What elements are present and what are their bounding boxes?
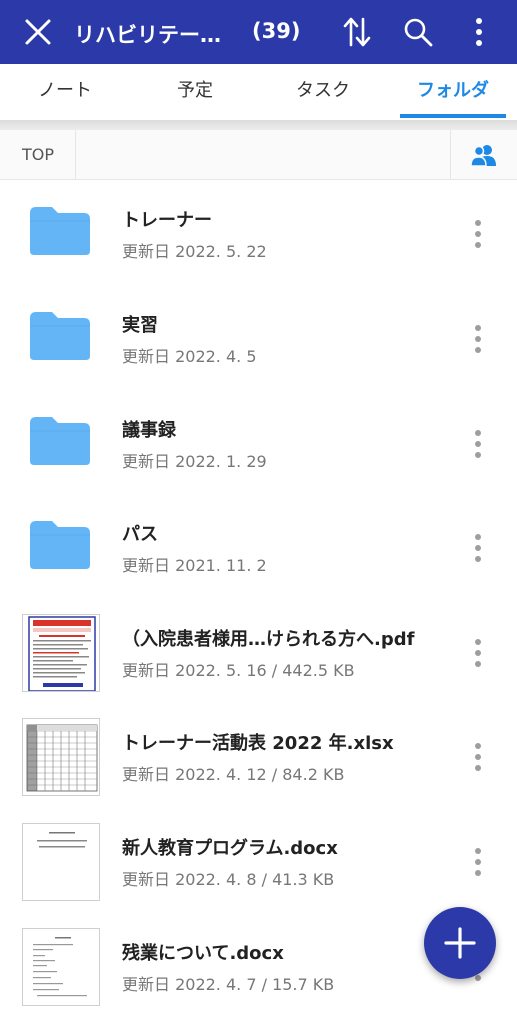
list-item[interactable]: 新人教育プログラム.docx 更新日 2022. 4. 8 / 41.3 KB bbox=[0, 808, 517, 912]
spreadsheet-preview-icon bbox=[26, 724, 98, 792]
tab-schedule[interactable]: 予定 bbox=[140, 64, 250, 120]
item-name: 新人教育プログラム.docx bbox=[122, 838, 338, 859]
folder-icon bbox=[30, 417, 90, 465]
app-bar: リハビリテー… (39) bbox=[0, 0, 517, 64]
xlsx-thumbnail bbox=[22, 718, 100, 796]
folder-title: リハビリテー… bbox=[74, 23, 221, 47]
tab-notes[interactable]: ノート bbox=[10, 64, 120, 120]
document-preview-icon bbox=[33, 937, 87, 997]
item-meta: 更新日 2021. 11. 2 bbox=[122, 556, 267, 575]
list-item[interactable]: （入院患者様用…けられる方へ.pdf 更新日 2022. 5. 16 / 442… bbox=[0, 599, 517, 703]
pdf-thumbnail bbox=[22, 614, 100, 692]
item-meta: 更新日 2022. 4. 7 / 15.7 KB bbox=[122, 975, 335, 994]
item-meta: 更新日 2022. 5. 22 bbox=[122, 242, 267, 261]
breadcrumb: TOP bbox=[0, 130, 517, 180]
item-count: (39) bbox=[252, 19, 301, 43]
more-vert-icon[interactable] bbox=[470, 532, 486, 564]
item-name: トレーナー bbox=[122, 210, 212, 231]
item-name: 議事録 bbox=[122, 420, 176, 441]
item-meta: 更新日 2022. 4. 8 / 41.3 KB bbox=[122, 870, 335, 889]
search-icon[interactable] bbox=[403, 17, 433, 47]
people-icon[interactable] bbox=[470, 143, 498, 167]
folder-icon bbox=[30, 207, 90, 255]
add-button[interactable] bbox=[424, 907, 496, 979]
item-meta: 更新日 2022. 1. 29 bbox=[122, 452, 267, 471]
more-vert-icon[interactable] bbox=[470, 16, 488, 48]
list-item[interactable]: パス 更新日 2021. 11. 2 bbox=[0, 494, 517, 598]
item-name: トレーナー活動表 2022 年.xlsx bbox=[122, 733, 394, 754]
list-item[interactable]: 実習 更新日 2022. 4. 5 bbox=[0, 285, 517, 389]
docx-thumbnail bbox=[22, 928, 100, 1006]
tab-divider bbox=[0, 120, 517, 130]
divider bbox=[450, 130, 451, 180]
tab-bar: ノート 予定 タスク フォルダ bbox=[0, 64, 517, 120]
document-preview-icon bbox=[37, 832, 87, 848]
item-name: パス bbox=[122, 524, 158, 545]
more-vert-icon[interactable] bbox=[470, 846, 486, 878]
divider bbox=[75, 130, 76, 180]
list-item[interactable]: トレーナー 更新日 2022. 5. 22 bbox=[0, 180, 517, 284]
tab-tasks[interactable]: タスク bbox=[268, 64, 378, 120]
item-meta: 更新日 2022. 4. 12 / 84.2 KB bbox=[122, 765, 345, 784]
more-vert-icon[interactable] bbox=[470, 323, 486, 355]
item-name: 残業について.docx bbox=[122, 943, 284, 964]
list-item[interactable]: トレーナー活動表 2022 年.xlsx 更新日 2022. 4. 12 / 8… bbox=[0, 703, 517, 807]
tab-folders[interactable]: フォルダ bbox=[400, 64, 506, 120]
folder-icon bbox=[30, 312, 90, 360]
list-item[interactable]: 議事録 更新日 2022. 1. 29 bbox=[0, 390, 517, 494]
more-vert-icon[interactable] bbox=[470, 428, 486, 460]
more-vert-icon[interactable] bbox=[470, 218, 486, 250]
docx-thumbnail bbox=[22, 823, 100, 901]
more-vert-icon[interactable] bbox=[470, 637, 486, 669]
folder-icon bbox=[30, 521, 90, 569]
item-name: （入院患者様用…けられる方へ.pdf bbox=[122, 629, 415, 650]
close-icon[interactable] bbox=[24, 18, 52, 46]
pdf-preview-icon bbox=[28, 616, 96, 691]
item-meta: 更新日 2022. 5. 16 / 442.5 KB bbox=[122, 661, 355, 680]
item-name: 実習 bbox=[122, 315, 158, 336]
more-vert-icon[interactable] bbox=[470, 741, 486, 773]
item-meta: 更新日 2022. 4. 5 bbox=[122, 347, 257, 366]
tab-indicator bbox=[400, 114, 506, 118]
add-icon bbox=[444, 927, 476, 959]
sort-icon[interactable] bbox=[343, 16, 371, 48]
breadcrumb-top[interactable]: TOP bbox=[22, 130, 54, 180]
